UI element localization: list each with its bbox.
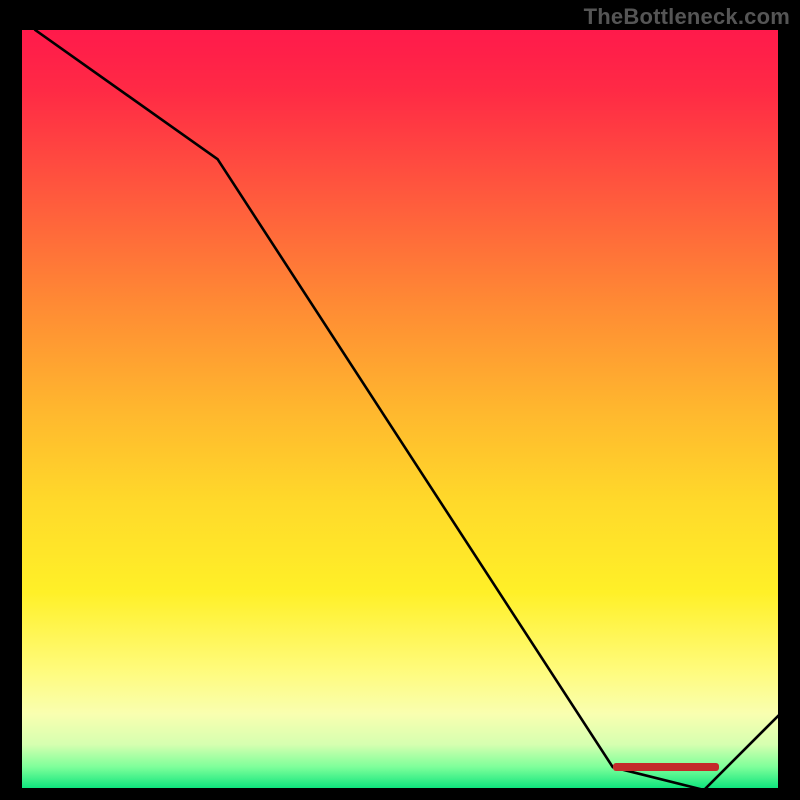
plot-frame [20, 30, 780, 790]
watermark-text: TheBottleneck.com [584, 4, 790, 30]
canvas: TheBottleneck.com [0, 0, 800, 800]
optimal-marker [613, 763, 719, 771]
bottleneck-curve [20, 30, 780, 790]
